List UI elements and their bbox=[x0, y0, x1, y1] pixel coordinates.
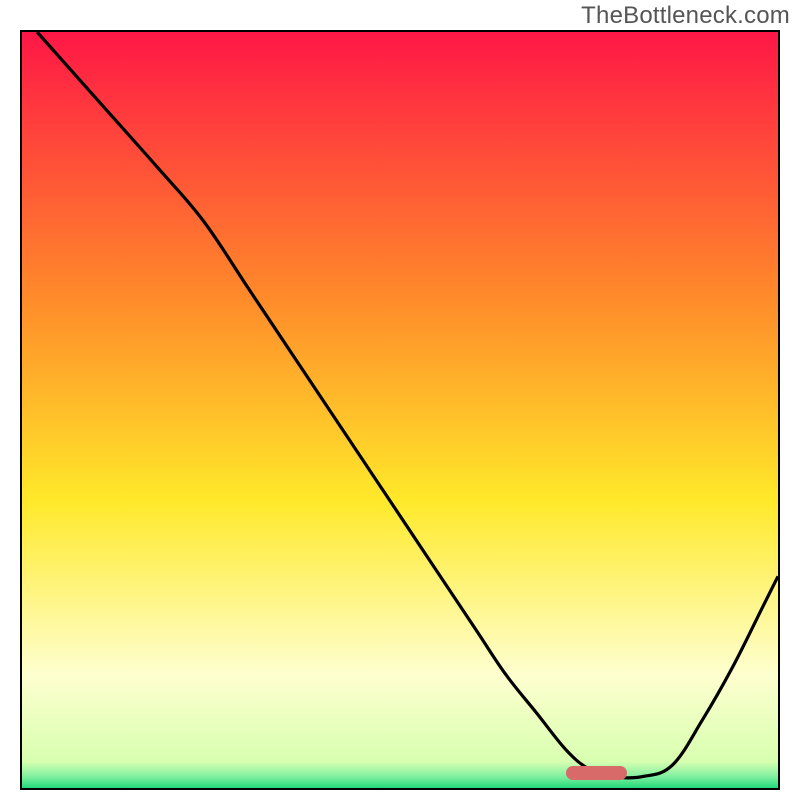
optimal-range-marker bbox=[566, 766, 626, 780]
chart-frame: TheBottleneck.com bbox=[0, 0, 800, 800]
plot-area bbox=[20, 30, 780, 790]
bottleneck-curve bbox=[22, 32, 778, 788]
attribution-label: TheBottleneck.com bbox=[581, 2, 790, 30]
